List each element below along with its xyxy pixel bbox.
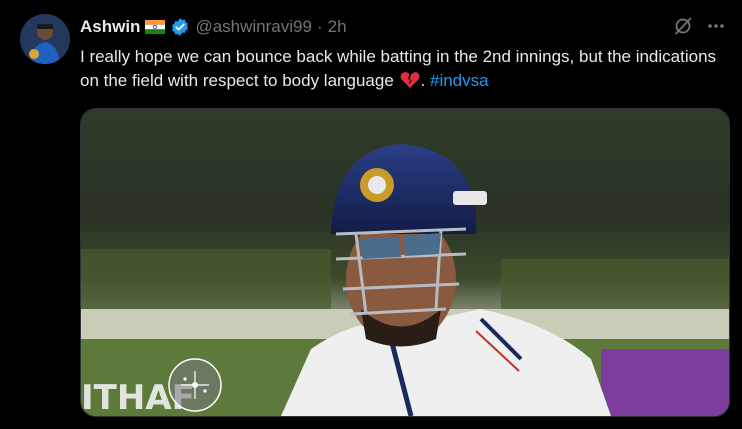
verified-badge-icon: [172, 18, 189, 36]
media-image[interactable]: ITHAF: [80, 108, 730, 417]
avatar[interactable]: [20, 14, 70, 64]
tweet-text: I really hope we can bounce back while b…: [80, 45, 730, 93]
avatar-image: [20, 14, 70, 64]
watermark-logo: [168, 358, 222, 412]
india-flag-icon: [145, 20, 166, 34]
grok-icon[interactable]: [673, 16, 693, 36]
timestamp[interactable]: 2h: [328, 17, 347, 37]
separator-dot: ·: [316, 17, 323, 36]
author-name[interactable]: Ashwin: [80, 17, 140, 37]
hashtag-link[interactable]: #indvsa: [430, 71, 489, 90]
author-handle[interactable]: @ashwinravi99: [195, 17, 311, 37]
tweet[interactable]: Ashwin @ashwinravi99 · 2h I really hope …: [0, 0, 742, 429]
broken-heart-icon: [400, 72, 419, 88]
tweet-header: Ashwin @ashwinravi99 · 2h: [80, 16, 347, 38]
more-options-icon[interactable]: [706, 16, 726, 36]
tweet-text-part1: I really hope we can bounce back while b…: [80, 47, 717, 90]
tweet-text-part2: .: [420, 71, 426, 90]
